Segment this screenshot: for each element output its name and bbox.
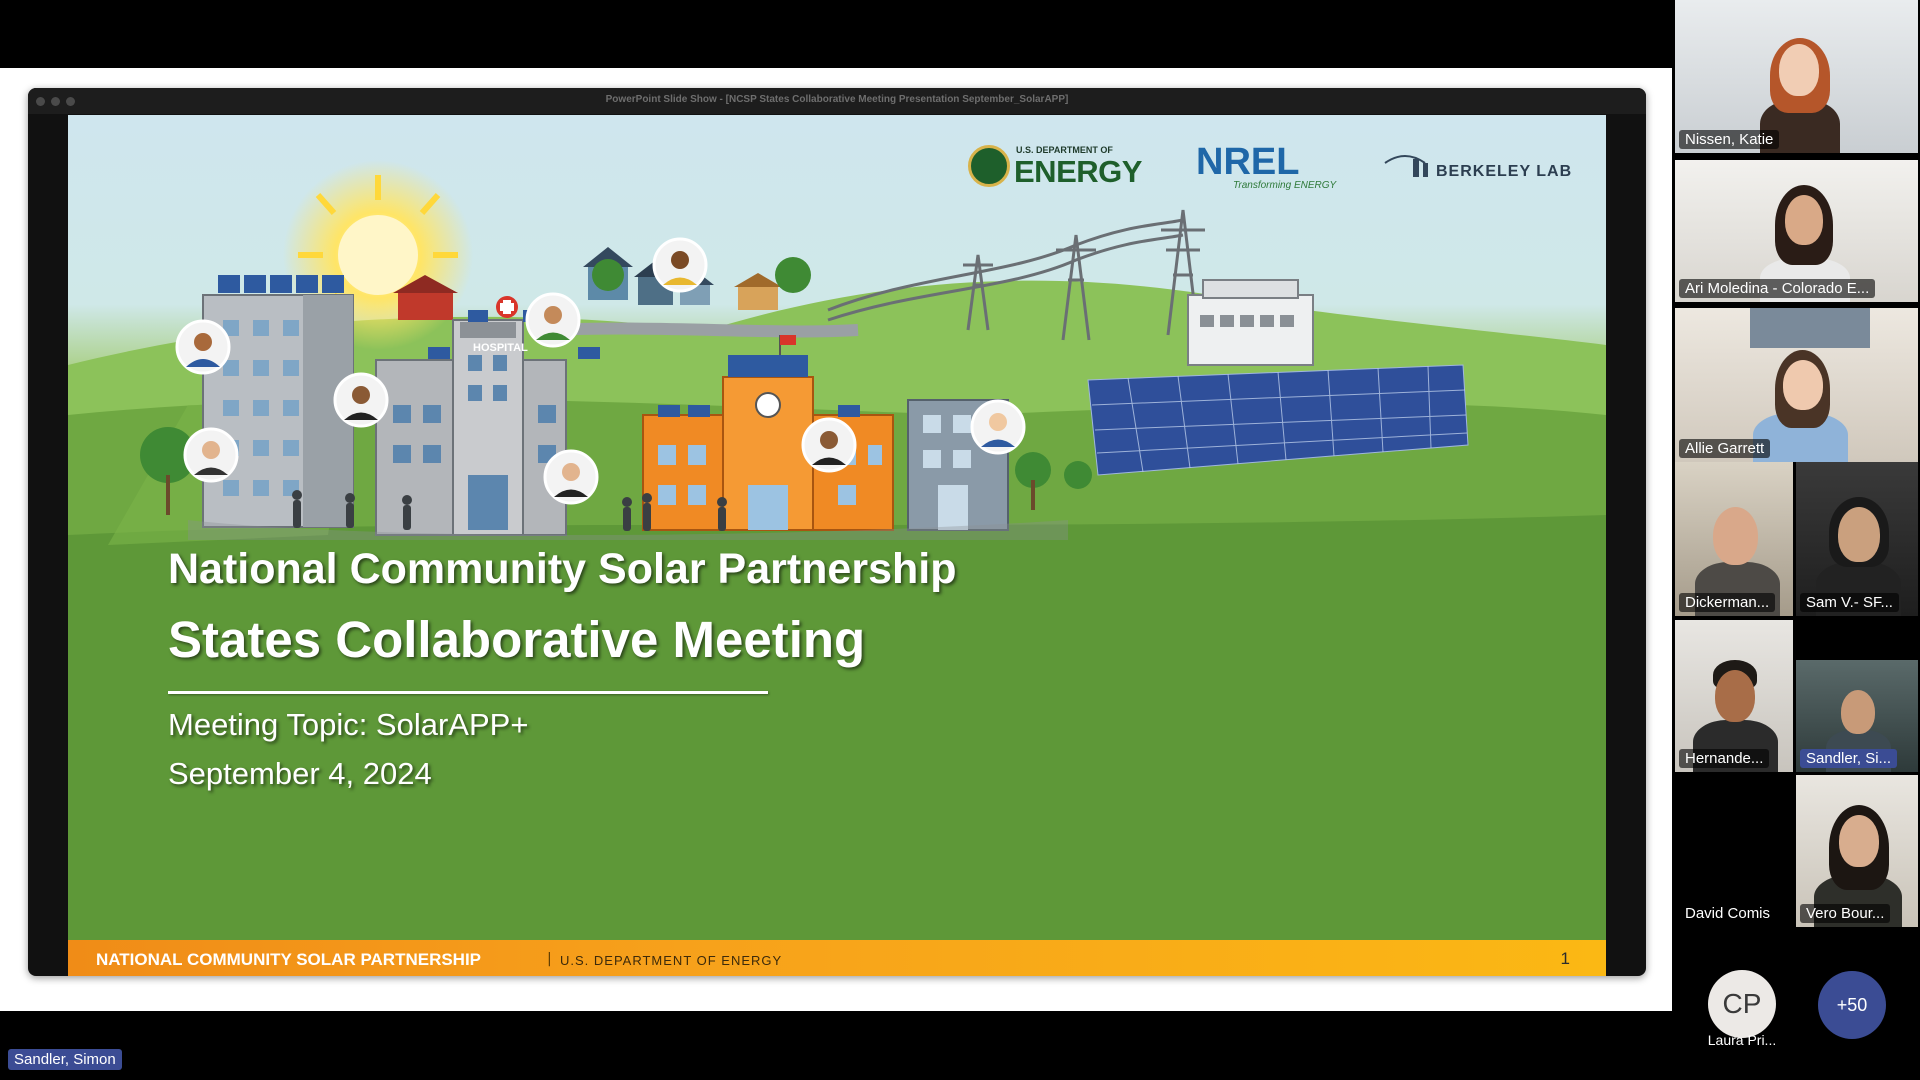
doe-logo: U.S. DEPARTMENT OF ENERGY — [968, 143, 1153, 193]
avatar-initials: CP — [1722, 988, 1762, 1019]
nrel-logo-main: NREL — [1196, 141, 1300, 183]
shared-screen: PowerPoint Slide Show - [NCSP States Col… — [0, 0, 1672, 1080]
nrel-logo-tag: Transforming ENERGY — [1233, 180, 1337, 191]
doe-seal-icon — [968, 145, 1010, 187]
participant-name: Sam V.- SF... — [1800, 593, 1899, 612]
participant-tile[interactable]: Vero Bour... — [1796, 775, 1918, 927]
nrel-logo: NREL Transforming ENERGY — [1196, 141, 1346, 193]
participant-name: Allie Garrett — [1679, 439, 1771, 458]
footer-separator: | — [547, 951, 552, 967]
more-participants-count: +50 — [1836, 995, 1868, 1015]
slide-title-line1: National Community Solar Partnership — [168, 545, 957, 593]
participant-name: Ari Moledina - Colorado E... — [1679, 279, 1876, 298]
participant-tile[interactable]: Sam V.- SF... — [1796, 462, 1918, 616]
participant-name: David Comis — [1685, 905, 1771, 922]
participant-name: Nissen, Katie — [1679, 130, 1780, 149]
slide-page-number: 1 — [1560, 949, 1570, 968]
window-titlebar: PowerPoint Slide Show - [NCSP States Col… — [28, 88, 1646, 114]
participant-name: Hernande... — [1679, 749, 1770, 768]
participant-tile[interactable]: Sandler, Si... — [1796, 660, 1918, 772]
participant-tile[interactable]: Allie Garrett — [1675, 308, 1918, 462]
footer-partnership: NATIONAL COMMUNITY SOLAR PARTNERSHIP — [96, 950, 482, 969]
participant-name: Laura Pri... — [1707, 1032, 1777, 1048]
participant-tile[interactable]: David Comis — [1675, 775, 1793, 927]
participant-avatar-tile[interactable]: CP Laura Pri... — [1702, 970, 1782, 1050]
participant-name: Vero Bour... — [1800, 904, 1891, 923]
participant-tile[interactable]: Dickerman... — [1675, 462, 1793, 616]
participant-tile[interactable]: Nissen, Katie — [1675, 0, 1918, 153]
participant-name: Dickerman... — [1679, 593, 1776, 612]
participant-tile[interactable]: Ari Moledina - Colorado E... — [1675, 160, 1918, 302]
avatar: CP — [1708, 970, 1776, 1038]
title-divider — [168, 691, 768, 694]
more-participants-button[interactable]: +50 — [1818, 971, 1886, 1039]
window-title: PowerPoint Slide Show - [NCSP States Col… — [605, 94, 1069, 105]
participant-gallery: Nissen, Katie Ari Moledina - Colorado E.… — [1672, 0, 1920, 1080]
slide-footer: NATIONAL COMMUNITY SOLAR PARTNERSHIP | U… — [68, 940, 1606, 976]
meeting-date: September 4, 2024 — [168, 756, 432, 791]
powerpoint-window: PowerPoint Slide Show - [NCSP States Col… — [28, 88, 1646, 976]
meeting-topic: Meeting Topic: SolarAPP+ — [168, 707, 529, 742]
berkeley-lab-icon — [1384, 155, 1428, 177]
presenter-name-label: Sandler, Simon — [8, 1049, 122, 1070]
doe-logo-main: ENERGY — [1014, 154, 1142, 189]
participant-tile[interactable]: Hernande... — [1675, 620, 1793, 772]
participant-name: Sandler, Si... — [1800, 749, 1898, 768]
footer-doe: U.S. DEPARTMENT OF ENERGY — [560, 953, 783, 968]
hospital-sign: HOSPITAL — [473, 342, 528, 354]
berkeley-lab-text: BERKELEY LAB — [1436, 163, 1573, 180]
slide: HOSPITAL U.S. DEPARTMENT OF ENERGY NREL … — [68, 115, 1606, 976]
slide-title-line2: States Collaborative Meeting — [168, 611, 866, 668]
berkeley-lab-logo: BERKELEY LAB — [1383, 149, 1583, 189]
